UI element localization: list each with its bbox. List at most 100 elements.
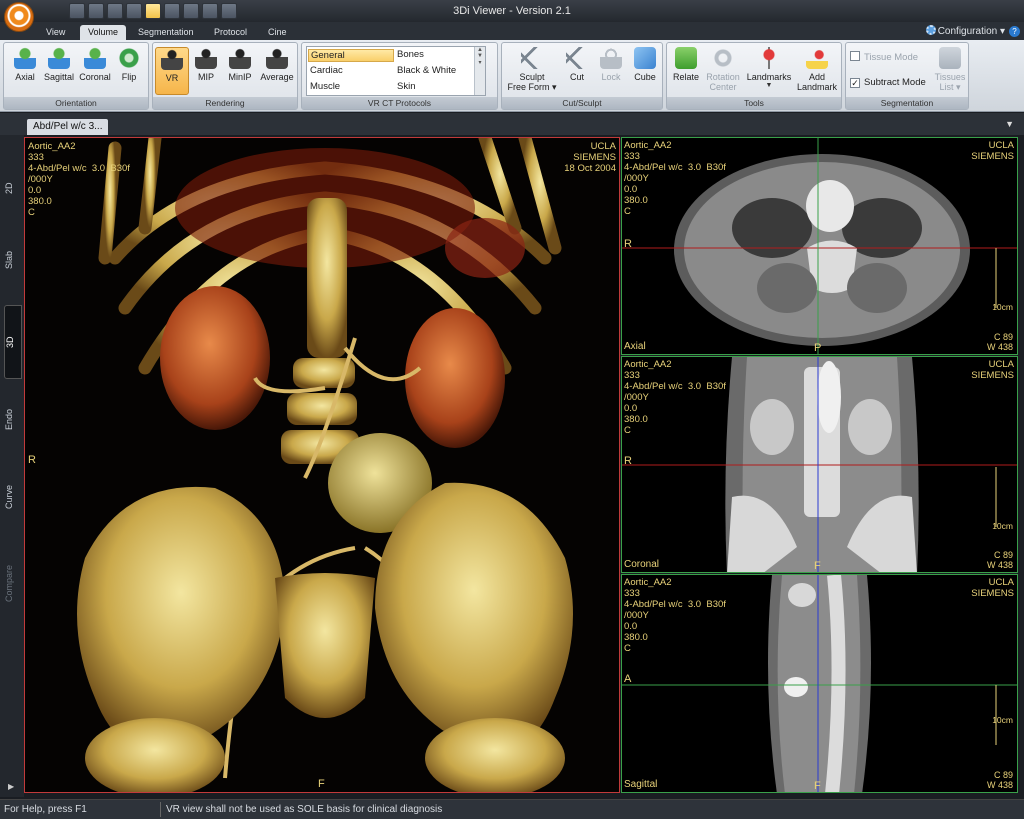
tab-protocol[interactable]: Protocol (206, 25, 255, 40)
gear-icon (925, 25, 936, 35)
protocol-bones[interactable]: Bones (395, 49, 475, 60)
dicom-info-left: Aortic_AA2 333 4-Abd/Pel w/c 3.0 B30f /0… (624, 577, 726, 654)
rotation-label: Rotation (706, 72, 740, 82)
orientation-marker-bottom: F (318, 778, 325, 790)
chevron-down-icon: ▼ (765, 82, 773, 89)
subtract-mode-box[interactable]: ✓ (850, 78, 860, 88)
cut-label: Cut (569, 72, 584, 82)
status-bar: For Help, press F1 VR view shall not be … (0, 799, 1024, 819)
add-landmark-button[interactable]: Add Landmark (795, 47, 839, 92)
group-rendering: VR MIP MinIP Average Rendering (152, 42, 298, 110)
tab-segmentation[interactable]: Segmentation (130, 25, 202, 40)
list-label: List (939, 82, 954, 92)
add-label: Add (808, 72, 825, 82)
viewport-coronal[interactable]: Aortic_AA2 333 4-Abd/Pel w/c 3.0 B30f /0… (621, 356, 1018, 573)
tab-cine[interactable]: Cine (260, 25, 295, 40)
side-tab-2d[interactable]: 2D (4, 173, 22, 203)
flip-button[interactable]: Flip (112, 47, 146, 82)
rotation-center-label: Center (709, 82, 737, 92)
sagittal-label: Sagittal (43, 72, 75, 82)
protocol-general[interactable]: General (308, 49, 394, 62)
center-value: C 89 (993, 770, 1013, 780)
sculpt-icon (521, 47, 543, 69)
scale-label: 10cm (992, 521, 1013, 531)
protocol-scrollbar[interactable]: ▲ ▼ ▾ (474, 47, 485, 95)
dicom-info-right: UCLA SIEMENS (971, 140, 1014, 162)
group-orientation: Axial Sagittal Coronal Flip Orientation (3, 42, 149, 110)
add-landmark-icon (806, 47, 828, 69)
side-tab-curve[interactable]: Curve (4, 475, 22, 519)
tissues-label: Tissues (934, 72, 966, 82)
side-tab-endo[interactable]: Endo (4, 399, 22, 439)
configuration-menu[interactable]: Configuration ▾? (925, 25, 1020, 37)
sagittal-button[interactable]: Sagittal (42, 47, 76, 82)
tissues-list-icon (939, 47, 961, 69)
group-label-protocols: VR CT Protocols (302, 97, 497, 109)
pushpin-icon (758, 47, 780, 69)
side-tab-3d[interactable]: 3D (4, 305, 22, 379)
tab-volume[interactable]: Volume (80, 25, 127, 40)
status-divider (160, 802, 161, 817)
mip-button[interactable]: MIP (189, 47, 223, 82)
minip-button[interactable]: MinIP (223, 47, 257, 82)
protocol-black-white[interactable]: Black & White (395, 65, 475, 76)
group-label-tools: Tools (667, 97, 841, 109)
window-level-readout: C 89 W 438 (987, 550, 1013, 570)
subtract-mode-checkbox[interactable]: ✓ Subtract Mode (850, 77, 926, 88)
vr-button[interactable]: VR (155, 47, 189, 95)
protocol-cardiac[interactable]: Cardiac (308, 65, 394, 76)
viewport-3d[interactable]: Aortic_AA2 333 4-Abd/Pel w/c 3.0 B30f /0… (24, 137, 620, 793)
side-tab-slab[interactable]: Slab (4, 243, 22, 277)
axial-icon (14, 47, 36, 69)
center-value: C 89 (993, 550, 1013, 560)
group-tools: Relate Rotation Center Landmarks ▼ Add Land… (666, 42, 842, 110)
tissue-mode-box[interactable] (850, 51, 860, 61)
cube-button[interactable]: Cube (628, 47, 662, 82)
vr-icon (161, 48, 183, 70)
window-level-readout: C 89 W 438 (987, 770, 1013, 790)
document-tab[interactable]: Abd/Pel w/c 3... (27, 119, 109, 135)
scissors-icon (566, 47, 588, 69)
axial-button[interactable]: Axial (8, 47, 42, 82)
group-vr-ct-protocols: General Cardiac Muscle Bones Black & Whi… (301, 42, 498, 110)
coronal-button[interactable]: Coronal (78, 47, 112, 82)
protocol-skin[interactable]: Skin (395, 81, 475, 92)
cut-button[interactable]: Cut (560, 47, 594, 82)
landmarks-button[interactable]: Landmarks ▼ (745, 47, 793, 89)
dicom-info-left: Aortic_AA2 333 4-Abd/Pel w/c 3.0 B30f /0… (624, 140, 726, 217)
group-label-rendering: Rendering (153, 97, 297, 109)
viewport-axial[interactable]: Aortic_AA2 333 4-Abd/Pel w/c 3.0 B30f /0… (621, 137, 1018, 355)
tab-view[interactable]: View (38, 25, 73, 40)
rotation-center-icon (712, 47, 734, 69)
width-value: W 438 (986, 780, 1013, 790)
sculpt-mode-label: Free Form (507, 82, 550, 92)
status-message: VR view shall not be used as SOLE basis … (166, 804, 443, 815)
axial-label: Axial (15, 72, 35, 82)
document-tab-bar: Abd/Pel w/c 3... ▼ (0, 113, 1024, 135)
sculpt-button[interactable]: Sculpt Free Form ▾ (506, 47, 558, 93)
coronal-label: Coronal (79, 72, 111, 82)
dicom-info-right: UCLA SIEMENS (971, 359, 1014, 381)
tissues-list-button[interactable]: Tissues List ▾ (932, 47, 968, 93)
chevron-down-icon[interactable]: ▼ (1005, 119, 1014, 129)
group-label-orientation: Orientation (4, 97, 148, 109)
side-tab-compare[interactable]: Compare (4, 555, 22, 611)
protocol-muscle[interactable]: Muscle (308, 81, 394, 92)
relate-button[interactable]: Relate (669, 47, 703, 82)
protocol-list: General Cardiac Muscle Bones Black & Whi… (306, 46, 486, 96)
rotation-center-button[interactable]: Rotation Center (703, 47, 743, 92)
center-value: C 89 (993, 332, 1013, 342)
flip-icon (118, 47, 140, 69)
app-menu-button[interactable] (4, 2, 34, 32)
help-icon[interactable]: ? (1009, 26, 1020, 37)
lock-button[interactable]: Lock (594, 47, 628, 82)
width-value: W 438 (986, 342, 1013, 352)
chevron-right-icon[interactable]: ▶ (8, 782, 14, 791)
tissue-mode-checkbox[interactable]: Tissue Mode (850, 51, 918, 63)
viewport-sagittal[interactable]: Aortic_AA2 333 4-Abd/Pel w/c 3.0 B30f /0… (621, 574, 1018, 793)
average-button[interactable]: Average (257, 47, 297, 82)
configuration-label: Configuration (937, 26, 998, 37)
title-bar: 3Di Viewer - Version 2.1 (0, 0, 1024, 32)
orientation-marker-bottom: F (814, 780, 821, 792)
dicom-info-right: UCLA SIEMENS (971, 577, 1014, 599)
